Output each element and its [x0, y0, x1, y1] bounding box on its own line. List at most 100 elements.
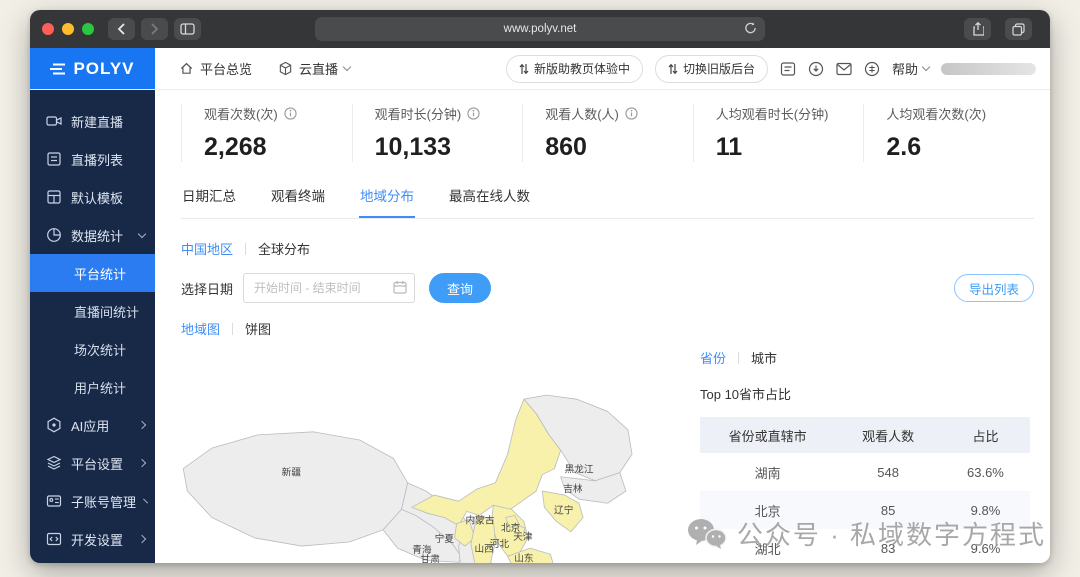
chevron-right-icon	[138, 459, 146, 467]
download-icon	[808, 61, 824, 77]
stat-value: 860	[545, 133, 693, 162]
cell-province: 湖南	[700, 453, 835, 491]
sidebar-item-data-stats[interactable]: 数据统计	[30, 216, 155, 254]
info-icon[interactable]	[625, 107, 638, 120]
stat-card-avg-views: 人均观看次数(次) 2.6	[863, 104, 1034, 162]
download-button[interactable]	[808, 61, 824, 77]
stat-card-viewers: 观看人数(人) 860	[522, 104, 693, 162]
table-row[interactable]: 北京 85 9.8%	[700, 491, 1030, 529]
info-icon[interactable]	[284, 107, 297, 120]
forward-button[interactable]	[141, 18, 168, 40]
table-row[interactable]: 湖北 83 9.6%	[700, 529, 1030, 563]
sidebar-item-ai-apps[interactable]: AI应用	[30, 406, 155, 444]
ai-icon	[46, 417, 62, 433]
date-range-wrap	[243, 273, 415, 303]
code-icon	[46, 531, 62, 547]
docs-button[interactable]	[780, 61, 796, 77]
stat-value: 2.6	[886, 133, 1034, 162]
service-icon	[864, 61, 880, 77]
cell-viewers: 85	[835, 491, 941, 529]
tab-date-summary[interactable]: 日期汇总	[181, 174, 237, 218]
info-icon[interactable]	[467, 107, 480, 120]
traffic-lights	[42, 23, 94, 35]
map-label: 辽宁	[554, 503, 573, 516]
home-icon	[179, 61, 194, 76]
close-window-button[interactable]	[42, 23, 54, 35]
mail-icon	[836, 62, 852, 76]
back-button[interactable]	[108, 18, 135, 40]
calendar-icon[interactable]	[393, 280, 407, 299]
sidebar-subitem-user-stats[interactable]: 用户统计	[30, 368, 155, 406]
help-menu[interactable]: 帮助	[892, 59, 929, 78]
reload-icon[interactable]	[744, 21, 757, 38]
nav-cloud-live[interactable]: 云直播	[278, 59, 350, 78]
template-icon	[46, 189, 62, 205]
sidebar-item-new-live[interactable]: 新建直播	[30, 102, 155, 140]
polyv-logo[interactable]: POLYV	[30, 48, 155, 89]
message-button[interactable]	[836, 62, 852, 76]
province-xinjiang[interactable]	[183, 432, 407, 546]
chevron-down-icon	[922, 63, 930, 71]
tab-region[interactable]: 地域分布	[359, 174, 415, 218]
switch-old-console-button[interactable]: 切换旧版后台	[655, 55, 768, 83]
china-map[interactable]: 新疆 黑龙江 吉林 辽宁 内蒙古 北京 天津 河北 山西 宁夏 青海 甘肃	[171, 386, 681, 563]
minimize-window-button[interactable]	[62, 23, 74, 35]
sidebar-item-live-list[interactable]: 直播列表	[30, 140, 155, 178]
city-link[interactable]: 城市	[751, 348, 777, 367]
cell-viewers: 548	[835, 453, 941, 491]
help-label: 帮助	[892, 59, 918, 78]
sidebar-item-label: 数据统计	[71, 226, 123, 245]
pie-view-link[interactable]: 饼图	[245, 319, 271, 338]
map-label: 宁夏	[435, 532, 455, 545]
stat-card-views: 观看次数(次) 2,268	[181, 104, 352, 162]
switch-arrows-icon	[519, 63, 529, 75]
rank-panel: 省份 城市 Top 10省市占比 省份或直辖市 观看人数 占比	[700, 348, 1030, 563]
tabs-icon	[1012, 23, 1025, 36]
document-icon	[780, 61, 796, 77]
tab-device[interactable]: 观看终端	[270, 174, 326, 218]
export-list-button[interactable]: 导出列表	[954, 274, 1034, 302]
cell-ratio: 9.8%	[941, 491, 1030, 529]
sidebar-subitem-session-stats[interactable]: 场次统计	[30, 330, 155, 368]
province-city-toggle: 省份 城市	[700, 348, 1030, 367]
date-range-input[interactable]	[243, 273, 415, 303]
subitem-label: 直播间统计	[74, 302, 139, 321]
sidebar-item-platform-settings[interactable]: 平台设置	[30, 444, 155, 482]
app-header: POLYV 平台总览 云直播	[30, 48, 1050, 90]
sidebar-item-default-template[interactable]: 默认模板	[30, 178, 155, 216]
service-button[interactable]	[864, 61, 880, 77]
maximize-window-button[interactable]	[82, 23, 94, 35]
url-bar[interactable]: www.polyv.net	[315, 17, 765, 41]
global-region-link[interactable]: 全球分布	[258, 239, 310, 258]
table-row[interactable]: 湖南 548 63.6%	[700, 453, 1030, 491]
sidebar-item-label: 子账号管理	[71, 492, 136, 511]
sidebar-item-subaccount[interactable]: 子账号管理	[30, 482, 155, 520]
china-region-link[interactable]: 中国地区	[181, 239, 233, 258]
new-assistant-page-button[interactable]: 新版助教页体验中	[506, 55, 643, 83]
sidebar-subitem-room-stats[interactable]: 直播间统计	[30, 292, 155, 330]
tab-overview-button[interactable]	[1005, 18, 1032, 40]
column-province: 省份或直辖市	[700, 417, 835, 453]
nav-overview-label: 平台总览	[200, 59, 252, 78]
query-button[interactable]: 查询	[429, 273, 491, 303]
tab-peak-online[interactable]: 最高在线人数	[448, 174, 531, 218]
divider	[738, 352, 739, 364]
sidebar-item-dev-settings[interactable]: 开发设置	[30, 520, 155, 558]
sidebar-item-label: 新建直播	[71, 112, 123, 131]
menu-icon	[50, 63, 65, 75]
stats-tabs: 日期汇总 观看终端 地域分布 最高在线人数	[181, 174, 1034, 219]
map-label: 吉林	[563, 482, 583, 495]
cell-ratio: 9.6%	[941, 529, 1030, 563]
username-redacted[interactable]	[941, 63, 1036, 75]
province-link[interactable]: 省份	[700, 348, 726, 367]
province-inner-mongolia[interactable]	[412, 399, 561, 525]
sidebar-toggle-button[interactable]	[174, 18, 201, 40]
stat-value: 10,133	[375, 133, 523, 162]
nav-platform-overview[interactable]: 平台总览	[179, 59, 252, 78]
map-view-link[interactable]: 地域图	[181, 319, 220, 338]
map-label: 甘肃	[420, 552, 440, 563]
share-button[interactable]	[964, 18, 991, 40]
sidebar: 新建直播 直播列表 默认模板	[30, 90, 155, 563]
sidebar-subitem-platform-stats[interactable]: 平台统计	[30, 254, 155, 292]
stat-label: 人均观看次数(次)	[886, 104, 986, 123]
